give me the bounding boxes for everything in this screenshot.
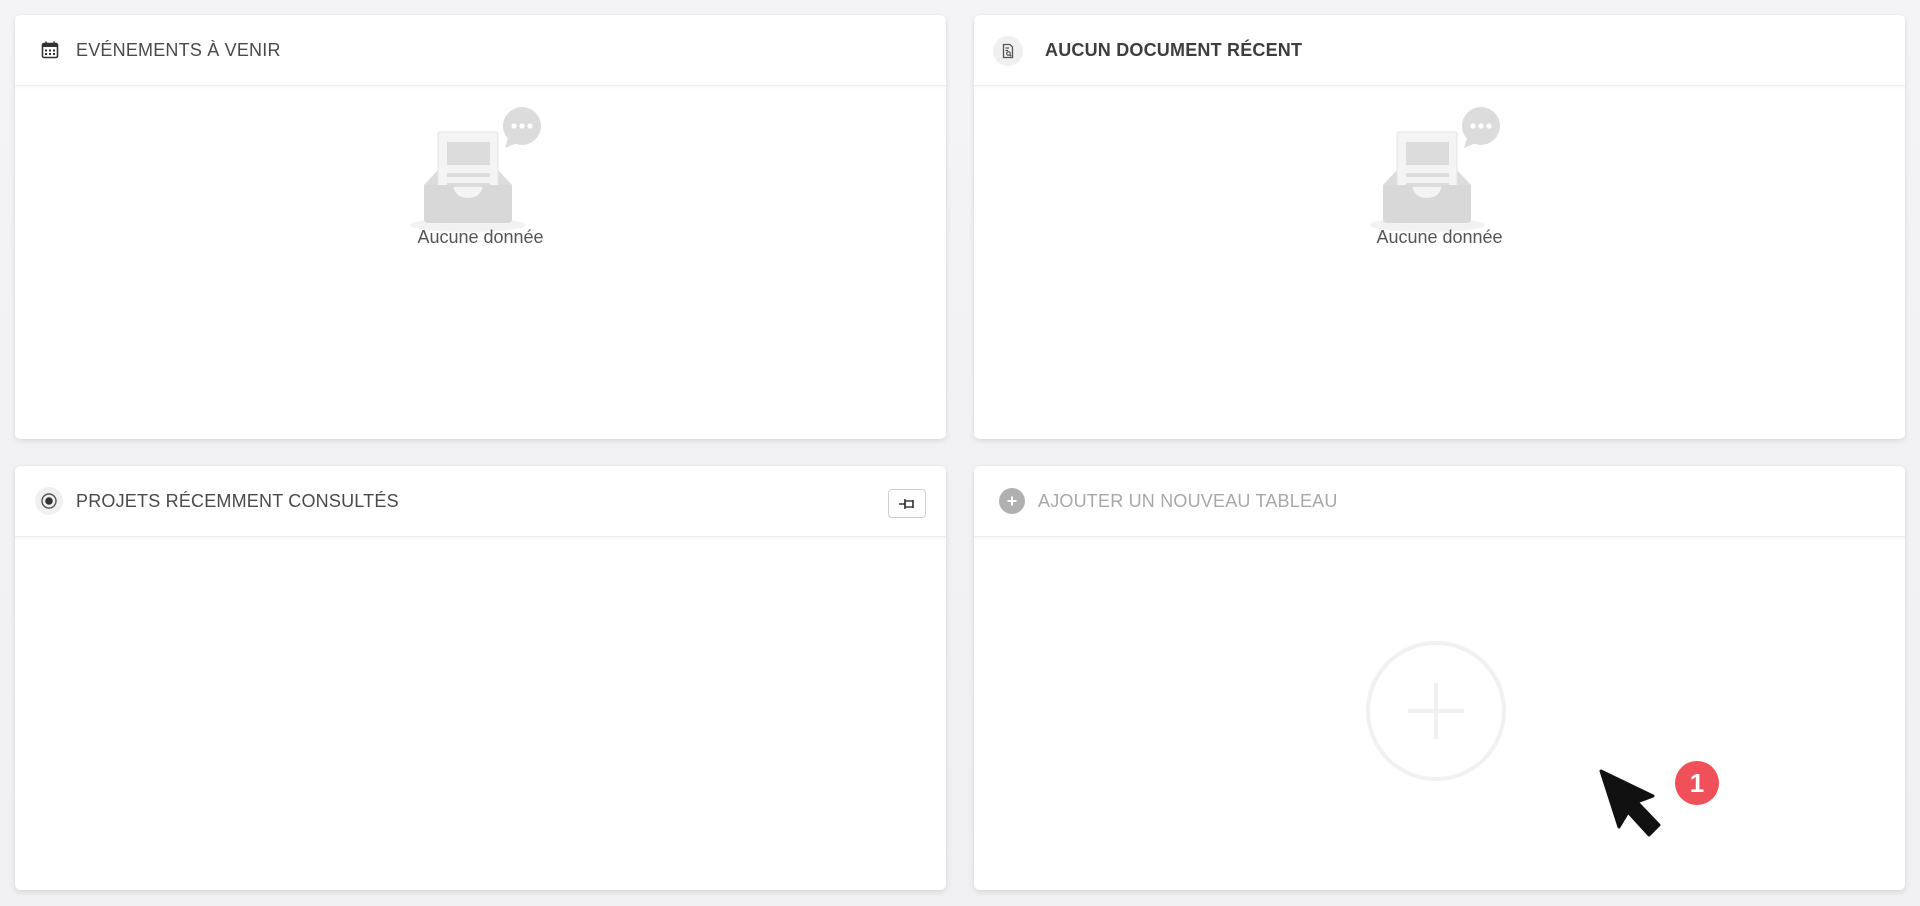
empty-inbox-icon	[1368, 105, 1510, 240]
recent-projects-title: PROJETS RÉCEMMENT CONSULTÉS	[76, 490, 399, 511]
recent-documents-title: AUCUN DOCUMENT RÉCENT	[1045, 39, 1303, 60]
upcoming-events-header: EVÉNEMENTS À VENIR	[15, 15, 946, 86]
recent-projects-panel: PROJETS RÉCEMMENT CONSULTÉS	[15, 466, 946, 890]
dashboard-background: EVÉNEMENTS À VENIR Aucune donnée AUCUN D…	[0, 0, 1920, 906]
calendar-icon	[40, 40, 60, 60]
step-badge: 1	[1675, 761, 1719, 805]
add-board-header[interactable]: AJOUTER UN NOUVEAU TABLEAU	[974, 466, 1905, 537]
upcoming-events-empty-state: Aucune donnée	[15, 105, 946, 248]
target-icon	[35, 487, 63, 515]
document-search-icon	[993, 36, 1023, 66]
add-board-panel[interactable]: AJOUTER UN NOUVEAU TABLEAU	[974, 466, 1905, 890]
cursor-arrow-icon	[1597, 767, 1667, 839]
empty-inbox-icon	[409, 105, 551, 240]
upcoming-events-empty-text: Aucune donnée	[417, 227, 544, 247]
recent-documents-empty-state: Aucune donnée	[974, 105, 1905, 248]
upcoming-events-title: EVÉNEMENTS À VENIR	[76, 39, 281, 60]
recent-documents-empty-text: Aucune donnée	[1376, 227, 1503, 247]
large-plus-icon[interactable]	[1366, 641, 1506, 781]
pin-button[interactable]	[888, 489, 926, 518]
upcoming-events-panel: EVÉNEMENTS À VENIR Aucune donnée	[15, 15, 946, 439]
recent-documents-header: AUCUN DOCUMENT RÉCENT	[974, 15, 1905, 86]
recent-projects-header: PROJETS RÉCEMMENT CONSULTÉS	[15, 466, 946, 537]
add-board-title[interactable]: AJOUTER UN NOUVEAU TABLEAU	[1038, 491, 1338, 512]
plus-circle-icon[interactable]	[999, 488, 1025, 514]
pin-icon	[897, 497, 917, 511]
recent-documents-panel: AUCUN DOCUMENT RÉCENT Aucune donnée	[974, 15, 1905, 439]
